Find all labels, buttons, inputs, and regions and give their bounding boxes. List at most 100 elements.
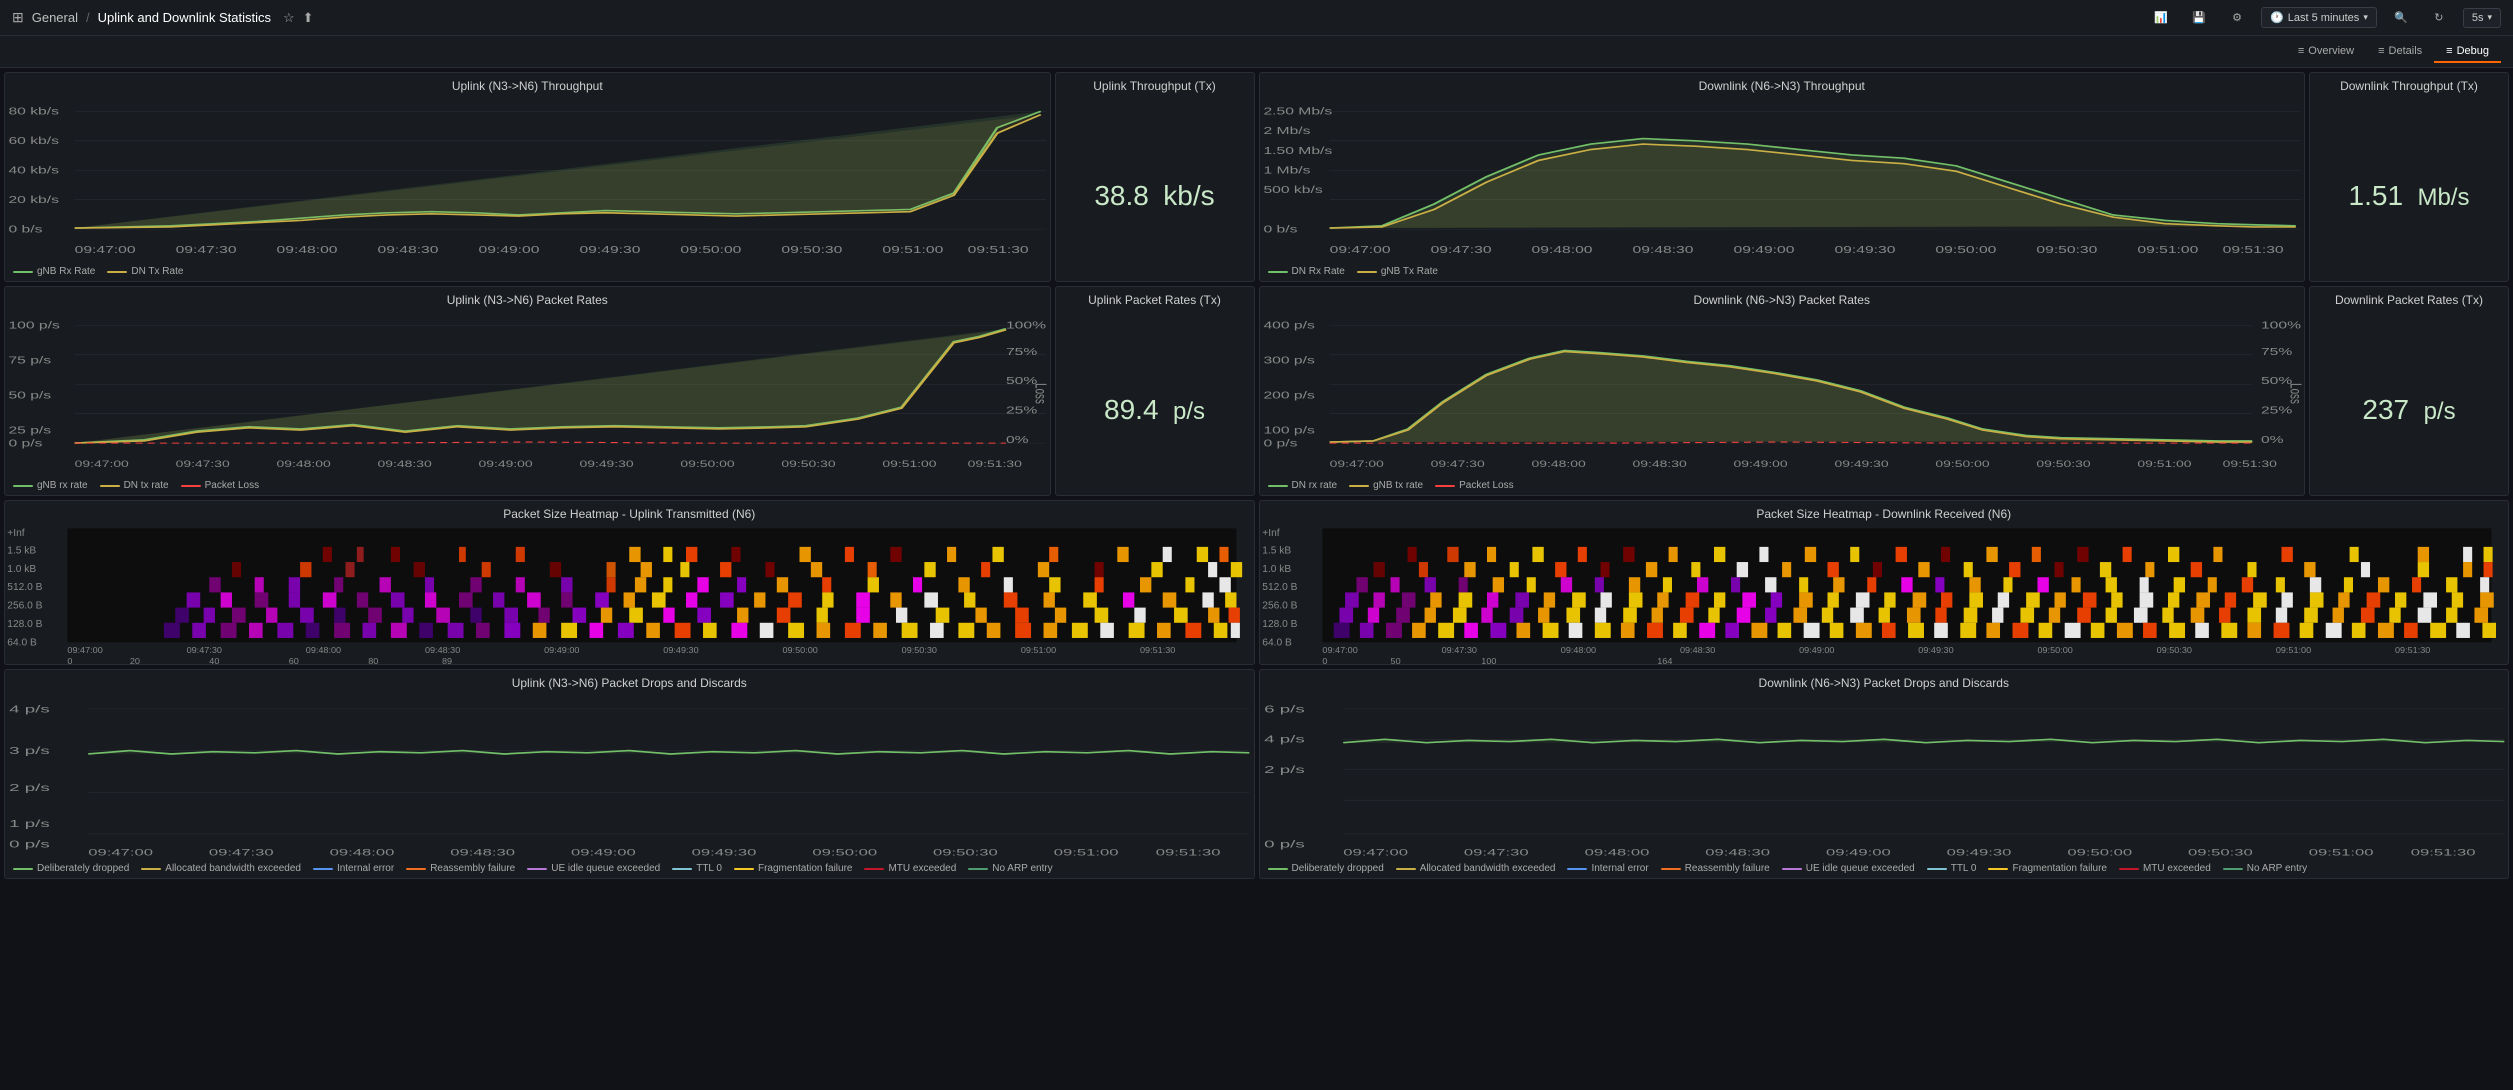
svg-text:0%: 0% <box>2260 434 2283 445</box>
downlink-packet-rates-tx-value-container: 237 p/s <box>2362 309 2455 495</box>
svg-text:+Inf: +Inf <box>7 528 25 539</box>
svg-text:09:47:00: 09:47:00 <box>1322 645 1357 655</box>
uplink-packet-rates-tx-title: Uplink Packet Rates (Tx) <box>1080 287 1229 309</box>
time-range-btn[interactable]: 🕐 Last 5 minutes ▾ <box>2261 7 2377 28</box>
svg-text:09:51:30: 09:51:30 <box>2222 460 2276 470</box>
tab-overview-icon: ≡ <box>2298 45 2304 57</box>
svg-text:0 p/s: 0 p/s <box>1263 437 1298 448</box>
heatmap-uplink-panel: Packet Size Heatmap - Uplink Transmitted… <box>4 500 1255 665</box>
svg-text:75%: 75% <box>2260 346 2292 357</box>
svg-text:4 p/s: 4 p/s <box>9 704 50 715</box>
svg-text:09:50:30: 09:50:30 <box>902 645 937 655</box>
svg-text:300 p/s: 300 p/s <box>1263 355 1315 366</box>
svg-text:09:49:30: 09:49:30 <box>579 244 640 255</box>
svg-text:09:48:30: 09:48:30 <box>425 645 460 655</box>
svg-text:256.0 B: 256.0 B <box>7 601 43 612</box>
svg-text:09:49:00: 09:49:00 <box>1825 847 1890 857</box>
dl-legend-no-arp: No ARP entry <box>2223 863 2307 874</box>
chart-icon-btn[interactable]: 📊 <box>2147 4 2175 32</box>
svg-text:09:51:00: 09:51:00 <box>1021 645 1056 655</box>
legend-dn-tx-rate: DN tx rate <box>100 480 169 491</box>
settings-icon-btn[interactable]: ⚙ <box>2223 4 2251 32</box>
svg-text:09:48:00: 09:48:00 <box>1531 244 1592 255</box>
svg-text:09:47:00: 09:47:00 <box>1343 847 1408 857</box>
svg-text:09:48:30: 09:48:30 <box>450 847 515 857</box>
svg-text:09:47:30: 09:47:30 <box>1430 244 1491 255</box>
uplink-packet-rates-tx-panel: Uplink Packet Rates (Tx) 89.4 p/s <box>1055 286 1255 496</box>
uplink-drops-chart: 4 p/s 3 p/s 2 p/s 1 p/s 0 p/s Packet Rat… <box>5 692 1254 861</box>
breadcrumb-sep: / <box>86 10 90 25</box>
svg-text:09:47:00: 09:47:00 <box>67 645 102 655</box>
search-icon-btn[interactable]: 🔍 <box>2387 4 2415 32</box>
svg-text:2.50 Mb/s: 2.50 Mb/s <box>1263 106 1332 117</box>
breadcrumb-app: General <box>32 10 78 25</box>
svg-text:100%: 100% <box>1006 320 1047 331</box>
star-icon[interactable]: ☆ <box>283 10 295 26</box>
save-icon-btn[interactable]: 💾 <box>2185 4 2213 32</box>
dl-legend-ttl0: TTL 0 <box>1927 863 1977 874</box>
uplink-drops-panel: Uplink (N3->N6) Packet Drops and Discard… <box>4 669 1255 879</box>
svg-text:64.0 B: 64.0 B <box>7 638 37 649</box>
uplink-throughput-tx-value-container: 38.8 kb/s <box>1094 95 1214 281</box>
svg-text:09:48:00: 09:48:00 <box>277 244 338 255</box>
legend-gnb-tx: gNB Tx Rate <box>1357 266 1438 277</box>
tab-overview[interactable]: ≡ Overview <box>2286 41 2366 63</box>
svg-text:09:49:00: 09:49:00 <box>479 244 540 255</box>
chevron-down-icon2: ▾ <box>2487 12 2492 23</box>
svg-text:80: 80 <box>368 656 378 664</box>
tab-details-icon: ≡ <box>2378 45 2384 57</box>
tab-bar: ≡ Overview ≡ Details ≡ Debug <box>0 36 2513 68</box>
legend-no-arp: No ARP entry <box>968 863 1052 874</box>
downlink-throughput-tx-panel: Downlink Throughput (Tx) 1.51 Mb/s <box>2309 72 2509 282</box>
svg-text:09:47:00: 09:47:00 <box>88 847 153 857</box>
svg-text:80 kb/s: 80 kb/s <box>8 106 59 117</box>
tab-details[interactable]: ≡ Details <box>2366 41 2434 63</box>
svg-text:09:47:30: 09:47:30 <box>1463 847 1528 857</box>
svg-text:89: 89 <box>442 656 452 664</box>
tab-debug-icon: ≡ <box>2446 45 2452 57</box>
svg-text:0: 0 <box>67 656 72 664</box>
svg-text:512.0 B: 512.0 B <box>7 582 43 593</box>
legend-ue-idle: UE idle queue exceeded <box>527 863 660 874</box>
heatmap-downlink-panel: Packet Size Heatmap - Downlink Received … <box>1259 500 2510 665</box>
svg-text:164: 164 <box>1657 656 1672 664</box>
svg-text:09:49:00: 09:49:00 <box>544 645 579 655</box>
svg-text:75 p/s: 75 p/s <box>8 355 51 366</box>
share-icon[interactable]: ⬆ <box>303 10 314 26</box>
svg-text:4 p/s: 4 p/s <box>1264 734 1305 745</box>
svg-text:09:49:30: 09:49:30 <box>1946 847 2011 857</box>
uplink-packet-rates-tx-value-container: 89.4 p/s <box>1104 309 1205 495</box>
svg-text:09:51:30: 09:51:30 <box>2395 645 2430 655</box>
svg-text:0 b/s: 0 b/s <box>8 223 43 234</box>
svg-text:09:50:30: 09:50:30 <box>781 460 835 470</box>
svg-text:09:47:30: 09:47:30 <box>209 847 274 857</box>
heatmap-downlink-title: Packet Size Heatmap - Downlink Received … <box>1260 501 2509 523</box>
svg-text:09:47:00: 09:47:00 <box>1329 244 1390 255</box>
uplink-throughput-tx-value: 38.8 kb/s <box>1094 162 1214 214</box>
svg-text:09:50:30: 09:50:30 <box>781 244 842 255</box>
svg-text:2 Mb/s: 2 Mb/s <box>1263 125 1311 136</box>
svg-text:50 p/s: 50 p/s <box>8 389 51 400</box>
svg-text:09:50:30: 09:50:30 <box>2156 645 2191 655</box>
refresh-interval-btn[interactable]: 5s ▾ <box>2463 8 2501 28</box>
svg-text:09:48:30: 09:48:30 <box>1679 645 1714 655</box>
svg-text:09:50:00: 09:50:00 <box>680 244 741 255</box>
dashboard: Uplink (N3->N6) Throughput 80 kb/s 60 kb… <box>0 68 2513 1090</box>
top-bar: ⊞ General / Uplink and Downlink Statisti… <box>0 0 2513 36</box>
svg-text:09:49:30: 09:49:30 <box>1918 645 1953 655</box>
tab-overview-label: Overview <box>2308 45 2354 57</box>
svg-text:09:51:30: 09:51:30 <box>968 460 1022 470</box>
dl-legend-reassembly-failure: Reassembly failure <box>1661 863 1770 874</box>
downlink-throughput-tx-title: Downlink Throughput (Tx) <box>2332 73 2486 95</box>
svg-text:09:47:30: 09:47:30 <box>1430 460 1484 470</box>
refresh-icon-btn[interactable]: ↻ <box>2425 4 2453 32</box>
svg-text:09:47:30: 09:47:30 <box>187 645 222 655</box>
legend-reassembly-failure: Reassembly failure <box>406 863 515 874</box>
svg-text:400 p/s: 400 p/s <box>1263 320 1315 331</box>
legend-mtu-exceeded: MTU exceeded <box>864 863 956 874</box>
legend-packet-loss-ul: Packet Loss <box>181 480 259 491</box>
downlink-packet-rates-panel: Downlink (N6->N3) Packet Rates 400 p/s 3… <box>1259 286 2306 496</box>
tab-debug[interactable]: ≡ Debug <box>2434 41 2501 63</box>
uplink-throughput-chart: 80 kb/s 60 kb/s 40 kb/s 20 kb/s 0 b/s Li… <box>5 95 1050 264</box>
svg-text:100 p/s: 100 p/s <box>1263 424 1315 435</box>
